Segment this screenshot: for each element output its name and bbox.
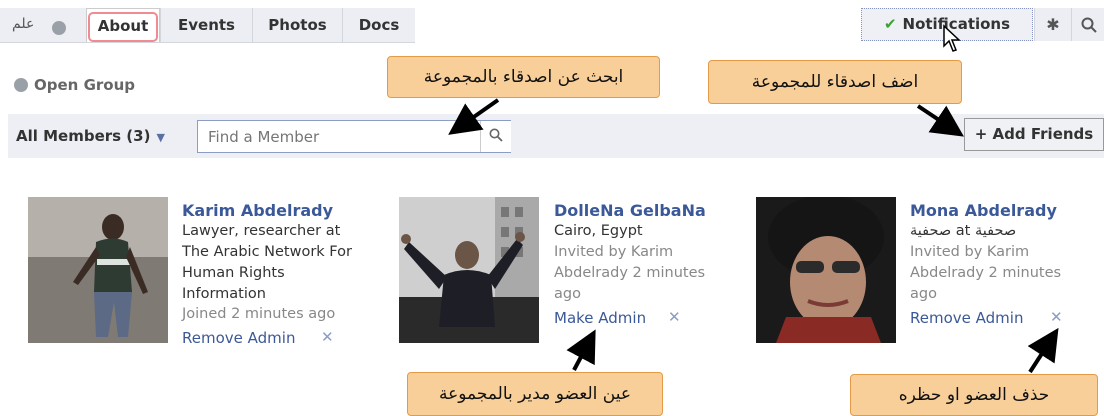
- arrow-to-remove-x: [1027, 327, 1059, 374]
- arrow-to-make-admin: [566, 329, 596, 371]
- annotation-arrows: [448, 98, 1059, 374]
- arrow-to-search: [448, 98, 500, 135]
- arrow-to-add-friends: [916, 104, 964, 137]
